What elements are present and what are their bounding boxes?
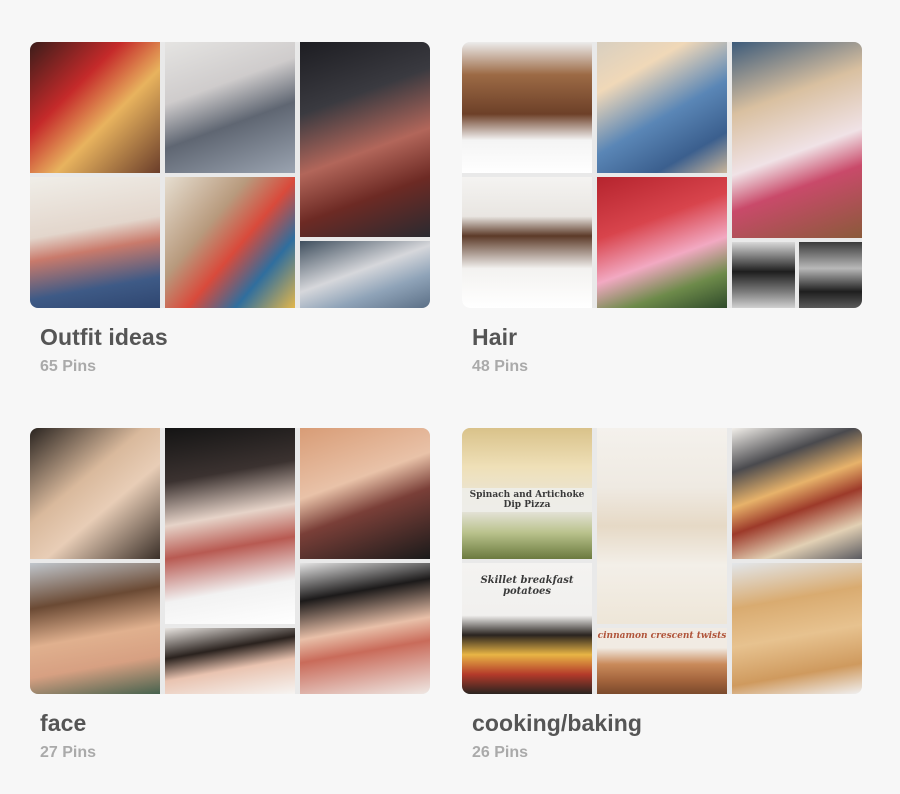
board-cover[interactable]	[30, 428, 430, 694]
hand-pies-photo	[732, 563, 862, 694]
graphic-tee-jeans-photo	[30, 177, 160, 308]
overalls-bob-photo	[597, 42, 727, 173]
open-mouth-portrait-photo	[300, 428, 430, 559]
board-card-cooking-baking[interactable]: Spinach and Artichoke Dip Pizza Skillet …	[462, 428, 862, 762]
board-title[interactable]: face	[40, 710, 430, 737]
board-pin-count: 26 Pins	[472, 744, 529, 761]
board-cover[interactable]: Spinach and Artichoke Dip Pizza Skillet …	[462, 428, 862, 694]
friends-sunglasses-photo	[30, 42, 160, 173]
painted-nails-photo	[165, 628, 295, 694]
slick-hair-makeup-photo	[165, 428, 295, 624]
cinnamon-crescent-twists-photo: cinnamon crescent twists	[597, 628, 727, 694]
skillet-breakfast-potatoes-photo: Skillet breakfast potatoes	[462, 563, 592, 694]
pin-overlay-text: Spinach and Artichoke Dip Pizza	[462, 488, 592, 512]
board-card-face[interactable]: face 27 Pins	[30, 428, 430, 762]
curly-hair-portrait-photo	[30, 563, 160, 694]
muffin-tin-eggs-photo	[732, 428, 862, 559]
wet-hair-face-photo	[30, 428, 160, 559]
bw-portrait-photo-2	[799, 242, 862, 308]
board-pin-count: 48 Pins	[472, 358, 529, 375]
board-title[interactable]: cooking/baking	[472, 710, 862, 737]
flowers-pink-top-photo	[597, 177, 727, 308]
bob-haircut-back-photo	[462, 42, 592, 173]
board-title[interactable]: Hair	[472, 324, 862, 351]
brown-bob-portrait-photo	[462, 177, 592, 308]
pin-overlay-text: Skillet breakfast potatoes	[480, 575, 574, 597]
denim-jacket-outfit-photo	[165, 42, 295, 173]
colorful-cardigan-photo	[165, 177, 295, 308]
board-card-outfit-ideas[interactable]: Outfit ideas 65 Pins	[30, 42, 430, 376]
floral-dress-bob-photo	[732, 42, 862, 238]
board-cover[interactable]	[462, 42, 862, 308]
sidewalk-outfit-photo	[300, 241, 430, 308]
red-eyeshadow-photo	[300, 563, 430, 694]
board-card-hair[interactable]: Hair 48 Pins	[462, 42, 862, 376]
board-pin-count: 27 Pins	[40, 744, 97, 761]
striped-suit-car-photo	[300, 42, 430, 237]
ingredient-substitutes-infographic	[597, 428, 727, 624]
pin-overlay-text: cinnamon crescent twists	[597, 631, 727, 641]
board-pin-count: 65 Pins	[40, 358, 97, 375]
spinach-artichoke-pizza-photo: Spinach and Artichoke Dip Pizza	[462, 428, 592, 559]
board-title[interactable]: Outfit ideas	[40, 324, 430, 351]
board-cover[interactable]	[30, 42, 430, 308]
bw-portrait-photo-1	[732, 242, 795, 308]
